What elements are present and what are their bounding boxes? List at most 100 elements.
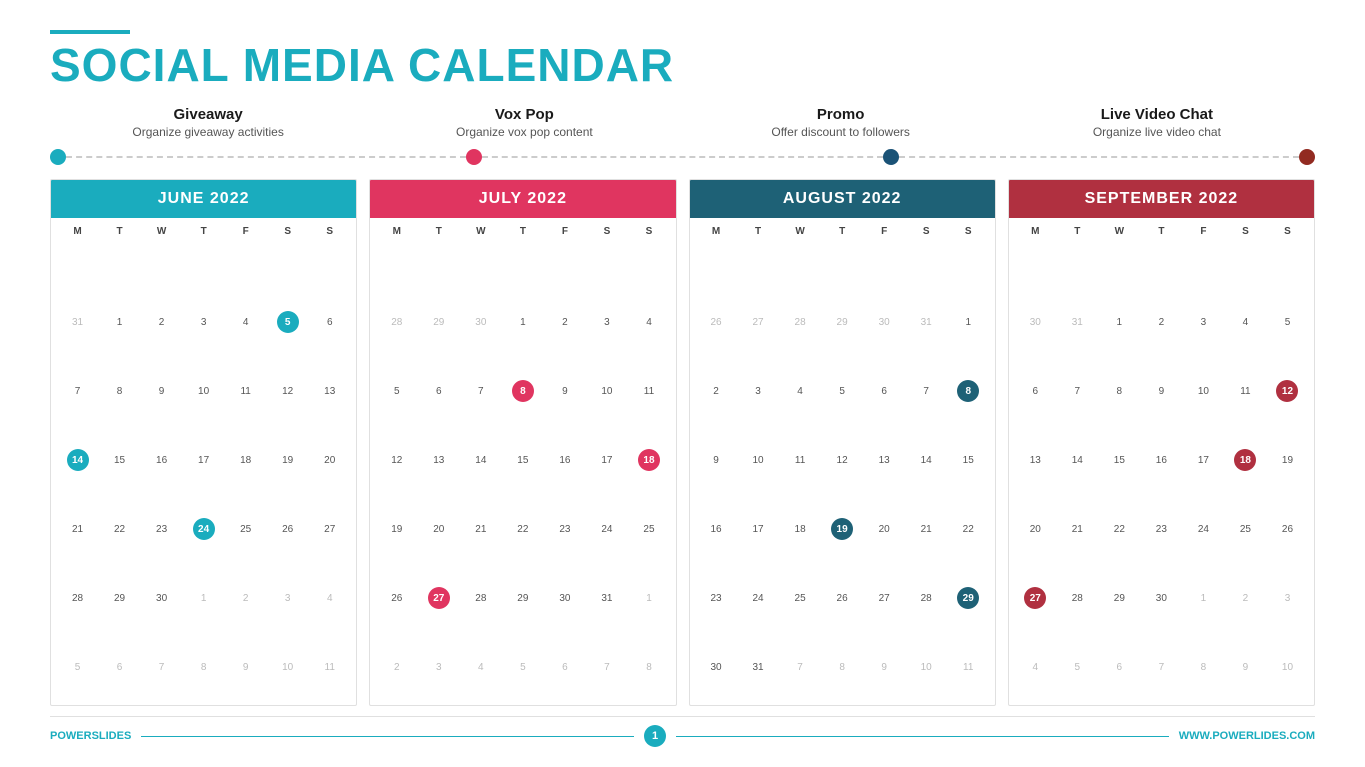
day-cell: 30 <box>155 587 168 609</box>
day-cell-wrapper: 22 <box>99 495 140 563</box>
day-cell-wrapper: 5 <box>376 357 417 425</box>
day-cell: 31 <box>600 587 613 609</box>
day-cell: 29 <box>113 587 126 609</box>
day-cell-wrapper: 10 <box>1267 633 1308 701</box>
day-cell: 11 <box>324 656 336 678</box>
day-cell: 15 <box>516 449 529 471</box>
day-header-label: W <box>141 222 182 287</box>
category-promo: Promo Offer discount to followers <box>683 106 999 139</box>
day-cell: 16 <box>155 449 168 471</box>
day-cell-wrapper: 10 <box>906 633 947 701</box>
day-cell: 1 <box>1116 311 1124 333</box>
day-cell-wrapper: 8 <box>183 633 224 701</box>
day-cell: 7 <box>796 656 804 678</box>
day-cell-wrapper: 2 <box>1225 564 1266 632</box>
day-cell: 7 <box>1074 380 1082 402</box>
day-cell: 23 <box>155 518 168 540</box>
day-cell-wrapper: 15 <box>99 426 140 494</box>
footer-brand-left: POWERSLIDES <box>50 730 131 742</box>
day-cell: 7 <box>1158 656 1166 678</box>
day-cell: 4 <box>477 656 485 678</box>
day-header-label: S <box>906 222 947 287</box>
footer-slides: SLIDES <box>92 730 132 742</box>
day-cell-wrapper: 15 <box>948 426 989 494</box>
day-cell: 19 <box>831 518 853 540</box>
day-cell-wrapper: 18 <box>225 426 266 494</box>
day-cell: 1 <box>200 587 208 609</box>
day-cell-wrapper: 4 <box>628 288 669 356</box>
day-cell: 30 <box>558 587 571 609</box>
calendar-grid-september2022: MTWTFSS303112345678910111213141516171819… <box>1009 218 1314 705</box>
day-cell-wrapper: 16 <box>696 495 737 563</box>
day-cell: 20 <box>432 518 445 540</box>
day-cell: 26 <box>836 587 849 609</box>
day-cell: 13 <box>1029 449 1042 471</box>
day-header-label: F <box>864 222 905 287</box>
day-cell: 31 <box>920 311 933 333</box>
day-cell: 12 <box>281 380 294 402</box>
day-cell-wrapper: 12 <box>267 357 308 425</box>
day-cell: 3 <box>1284 587 1292 609</box>
day-cell: 28 <box>474 587 487 609</box>
day-cell: 5 <box>277 311 299 333</box>
day-cell-wrapper: 19 <box>822 495 863 563</box>
day-cell: 6 <box>561 656 569 678</box>
day-cell-wrapper: 1 <box>183 564 224 632</box>
day-cell: 17 <box>197 449 210 471</box>
calendar-july2022: JULY 2022MTWTFSS282930123456789101112131… <box>369 179 676 706</box>
day-cell: 28 <box>920 587 933 609</box>
day-cell: 4 <box>1031 656 1039 678</box>
day-cell: 2 <box>712 380 720 402</box>
day-cell-wrapper: 8 <box>99 357 140 425</box>
day-header-label: T <box>822 222 863 287</box>
day-cell: 26 <box>390 587 403 609</box>
day-header-label: T <box>738 222 779 287</box>
day-cell: 25 <box>239 518 252 540</box>
day-cell: 14 <box>920 449 933 471</box>
day-cell-wrapper: 23 <box>696 564 737 632</box>
day-cell: 14 <box>1071 449 1084 471</box>
timeline-inner <box>50 149 1315 165</box>
day-cell: 31 <box>1071 311 1084 333</box>
timeline-dot-giveaway <box>50 149 66 165</box>
calendar-header-june2022: JUNE 2022 <box>51 180 356 218</box>
day-cell-wrapper: 6 <box>1099 633 1140 701</box>
day-cell-wrapper: 6 <box>309 288 350 356</box>
day-cell: 8 <box>645 656 653 678</box>
day-cell-wrapper: 3 <box>1183 288 1224 356</box>
day-cell: 9 <box>1242 656 1250 678</box>
day-cell-wrapper: 7 <box>1141 633 1182 701</box>
day-cell-wrapper: 10 <box>1183 357 1224 425</box>
day-cell-wrapper: 5 <box>502 633 543 701</box>
day-cell: 28 <box>1071 587 1084 609</box>
day-cell: 9 <box>1158 380 1166 402</box>
day-cell: 25 <box>1239 518 1252 540</box>
day-cell: 27 <box>1024 587 1046 609</box>
day-cell-wrapper: 13 <box>418 426 459 494</box>
day-cell-wrapper: 26 <box>696 288 737 356</box>
day-cell: 9 <box>712 449 720 471</box>
day-header-label: S <box>267 222 308 287</box>
day-cell-wrapper: 7 <box>586 633 627 701</box>
day-cell-wrapper: 25 <box>780 564 821 632</box>
day-cell: 27 <box>323 518 336 540</box>
day-cell: 26 <box>1281 518 1294 540</box>
day-cell: 30 <box>474 311 487 333</box>
day-cell-wrapper: 9 <box>1141 357 1182 425</box>
day-cell-wrapper: 30 <box>1141 564 1182 632</box>
day-cell: 15 <box>113 449 126 471</box>
category-title-voxpop: Vox Pop <box>366 106 682 123</box>
day-cell-wrapper: 12 <box>1267 357 1308 425</box>
day-cell: 28 <box>71 587 84 609</box>
day-cell-wrapper: 24 <box>1183 495 1224 563</box>
day-cell-wrapper: 6 <box>99 633 140 701</box>
day-cell-wrapper: 30 <box>696 633 737 701</box>
day-cell: 16 <box>1155 449 1168 471</box>
day-cell-wrapper: 10 <box>183 357 224 425</box>
day-cell: 8 <box>116 380 124 402</box>
day-cell-wrapper: 1 <box>502 288 543 356</box>
day-cell-wrapper: 2 <box>225 564 266 632</box>
day-cell: 29 <box>957 587 979 609</box>
day-cell-wrapper: 29 <box>822 288 863 356</box>
day-cell-wrapper: 2 <box>141 288 182 356</box>
